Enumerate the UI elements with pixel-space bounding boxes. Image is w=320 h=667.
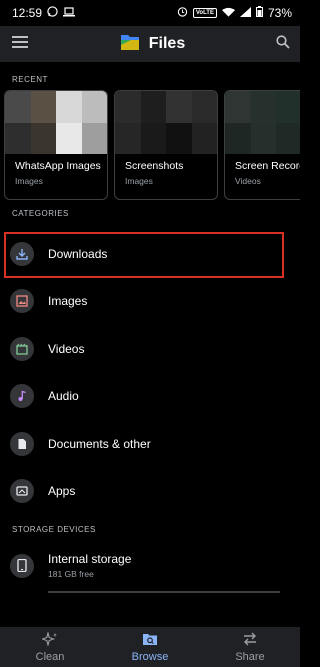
storage-section-label: STORAGE DEVICES	[12, 525, 96, 534]
recent-thumbnail	[225, 91, 300, 154]
recent-card-title: Screen Recorder	[235, 160, 300, 172]
storage-title: Internal storage	[48, 552, 132, 566]
signal-icon	[239, 6, 251, 20]
category-label: Videos	[48, 341, 85, 356]
phone-storage-icon	[10, 553, 34, 578]
music-note-icon	[10, 384, 34, 409]
recent-card-subtitle: Videos	[235, 176, 261, 186]
bottom-navigation: Clean Browse Share	[0, 627, 300, 667]
nav-share[interactable]: Share	[210, 632, 290, 663]
apps-icon	[10, 479, 34, 504]
category-label: Apps	[48, 484, 76, 499]
recent-card-screenshots[interactable]: Screenshots Images	[114, 90, 218, 200]
recent-card-whatsapp-images[interactable]: WhatsApp Images Images	[4, 90, 108, 200]
battery-icon	[255, 6, 263, 20]
laptop-notification-icon	[63, 6, 76, 20]
status-time: 12:59	[12, 6, 43, 20]
alarm-icon	[177, 6, 188, 20]
app-bar: Files	[0, 26, 300, 62]
category-label: Images	[48, 294, 88, 309]
battery-percent: 73%	[267, 6, 292, 20]
recent-thumbnail	[115, 91, 217, 154]
nav-label: Browse	[131, 650, 169, 663]
nav-clean[interactable]: Clean	[10, 630, 90, 663]
recent-thumbnail	[5, 91, 107, 154]
recent-card-title: WhatsApp Images	[15, 160, 101, 172]
recent-card-title: Screenshots	[125, 160, 184, 172]
category-label: Audio	[48, 389, 79, 404]
category-documents[interactable]: Documents & other	[0, 420, 300, 468]
files-logo-icon	[119, 32, 141, 57]
recent-card-subtitle: Images	[125, 176, 153, 186]
categories-list: Downloads Images Videos Audio Documents …	[0, 230, 300, 515]
swap-icon	[242, 632, 258, 649]
menu-icon[interactable]	[12, 35, 28, 53]
categories-section-label: CATEGORIES	[12, 209, 69, 218]
storage-usage-divider	[48, 591, 280, 593]
download-icon	[10, 241, 34, 266]
category-apps[interactable]: Apps	[0, 468, 300, 516]
selection-highlight	[4, 232, 284, 278]
category-videos[interactable]: Videos	[0, 325, 300, 373]
volte-badge: VoLTE	[192, 8, 217, 18]
nav-label: Share	[235, 650, 265, 663]
image-icon	[10, 289, 34, 314]
recent-strip: WhatsApp Images Images Screenshots Image…	[0, 90, 300, 200]
category-downloads[interactable]: Downloads	[0, 230, 300, 278]
category-images[interactable]: Images	[0, 278, 300, 326]
status-bar: 12:59 VoLTE 73%	[0, 0, 300, 26]
category-label: Documents & other	[48, 436, 151, 451]
storage-internal[interactable]: Internal storage 181 GB free	[0, 552, 300, 579]
recent-card-screen-recorder[interactable]: Screen Recorder Videos	[224, 90, 300, 200]
whatsapp-notification-icon	[47, 6, 58, 20]
storage-free: 181 GB free	[48, 569, 94, 579]
video-icon	[10, 336, 34, 361]
app-title: Files	[148, 35, 186, 52]
browse-icon	[142, 632, 158, 649]
recent-card-subtitle: Images	[15, 176, 43, 186]
nav-label: Clean	[35, 650, 65, 663]
wifi-icon	[221, 6, 235, 20]
nav-browse[interactable]: Browse	[110, 632, 190, 663]
category-audio[interactable]: Audio	[0, 373, 300, 421]
search-icon[interactable]	[276, 34, 290, 54]
recent-section-label: RECENT	[12, 75, 48, 84]
sparkle-icon	[40, 630, 58, 649]
document-icon	[10, 431, 34, 456]
category-label: Downloads	[48, 246, 108, 261]
